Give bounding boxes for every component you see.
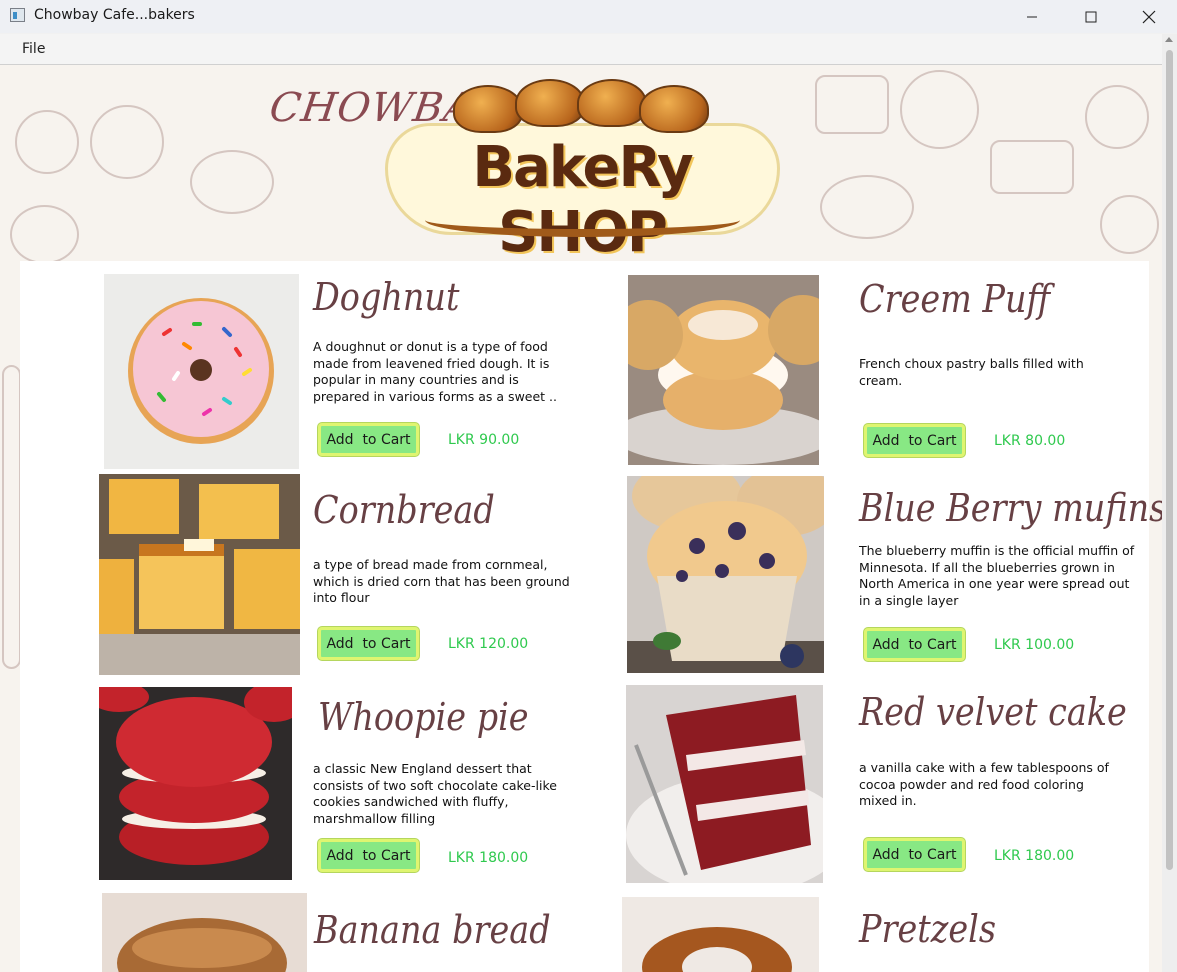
product-image-red-velvet-cake — [626, 685, 823, 883]
product-description: a type of bread made from cornmeal, whic… — [313, 557, 570, 605]
bread-icon — [515, 79, 585, 127]
logo-text: BakeRy SHOP — [472, 135, 693, 265]
product-description: French choux pastry balls filled with cr… — [859, 356, 1084, 388]
product-name: Red velvet cake — [859, 690, 1127, 734]
product-description: A doughnut or donut is a type of food ma… — [313, 339, 557, 404]
doodle-bread-loaf — [815, 75, 889, 134]
bread-icon — [577, 79, 647, 127]
doodle-cookie — [900, 70, 979, 149]
doodle-croissant — [190, 150, 274, 214]
doodle-baguette — [820, 175, 914, 239]
maximize-button[interactable] — [1062, 0, 1120, 33]
product-name: Pretzels — [859, 907, 996, 951]
window-titlebar: Chowbay Cafe...bakers — [0, 0, 1177, 33]
maximize-icon — [1085, 11, 1097, 22]
bread-icon — [639, 85, 709, 133]
product-description: The blueberry muffin is the official muf… — [859, 543, 1135, 608]
add-to-cart-button[interactable]: Add to Cart — [864, 838, 965, 871]
product-description: a vanilla cake with a few tablespoons of… — [859, 760, 1109, 808]
product-price: LKR 180.00 — [448, 850, 529, 866]
add-to-cart-button[interactable]: Add to Cart — [864, 424, 965, 457]
product-image-pretzels — [622, 897, 819, 972]
product-image-doughnut — [104, 274, 299, 469]
add-to-cart-button[interactable]: Add to Cart — [864, 628, 965, 661]
product-price: LKR 100.00 — [994, 637, 1075, 653]
doodle-muffin — [10, 205, 79, 264]
vertical-scrollbar[interactable] — [1162, 34, 1177, 972]
bakery-shop-logo: BakeRy SHOP — [385, 75, 780, 265]
product-image-banana-bread — [102, 893, 307, 972]
product-name: Banana bread — [314, 908, 551, 952]
doodle-donut — [1085, 85, 1149, 149]
app-icon — [10, 8, 25, 22]
minimize-button[interactable] — [1003, 0, 1061, 33]
product-name: Cornbread — [313, 488, 495, 532]
product-name: Doghnut — [313, 275, 460, 319]
scroll-thumb[interactable] — [1166, 50, 1173, 870]
menu-file[interactable]: File — [22, 41, 45, 57]
product-image-cream-puff — [628, 275, 819, 465]
close-icon — [1142, 10, 1156, 23]
content-area: CHOWBAY BakeRy SHOP Doghnut A doughnut o… — [0, 65, 1162, 972]
product-price: LKR 80.00 — [994, 433, 1066, 449]
product-price: LKR 120.00 — [448, 636, 529, 652]
product-name: Blue Berry mufins — [859, 486, 1162, 530]
doodle-bagel — [1100, 195, 1159, 254]
product-image-blueberry-muffin — [627, 476, 824, 673]
menu-bar: File — [0, 34, 1162, 65]
add-to-cart-button[interactable]: Add to Cart — [318, 839, 419, 872]
logo-swirl — [425, 203, 740, 237]
doodle-bun — [15, 110, 79, 174]
add-to-cart-button[interactable]: Add to Cart — [318, 627, 419, 660]
product-price: LKR 180.00 — [994, 848, 1075, 864]
product-image-whoopie-pie — [99, 687, 292, 880]
add-to-cart-button[interactable]: Add to Cart — [318, 423, 419, 456]
product-description: a classic New England dessert that consi… — [313, 761, 557, 826]
doodle-side — [2, 365, 21, 669]
close-button[interactable] — [1120, 0, 1177, 33]
window-title: Chowbay Cafe...bakers — [34, 7, 195, 23]
product-image-cornbread — [99, 474, 300, 675]
scroll-up-icon[interactable] — [1165, 37, 1173, 42]
doodle-toast — [990, 140, 1074, 194]
product-name: Creem Puff — [859, 277, 1051, 321]
product-price: LKR 90.00 — [448, 432, 520, 448]
bread-icon — [453, 85, 523, 133]
minimize-icon — [1027, 16, 1037, 17]
doodle-pretzel — [90, 105, 164, 179]
product-name: Whoopie pie — [318, 695, 529, 739]
